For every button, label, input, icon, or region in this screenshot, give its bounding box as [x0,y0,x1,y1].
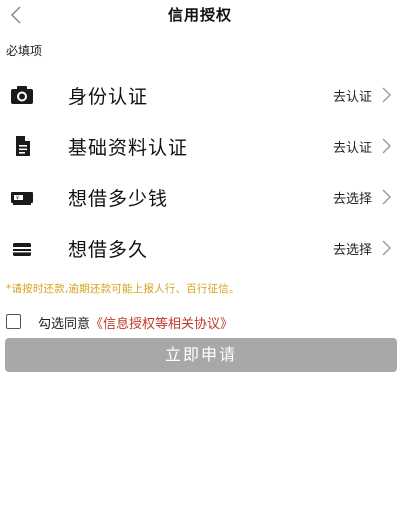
camera-icon [11,86,33,104]
row-action[interactable]: 去选择 [333,188,372,207]
row-action[interactable]: 去认证 [333,86,372,105]
row-loan-amount[interactable]: ¥ 想借多少钱 去选择 [0,174,400,220]
credit-authorization-page: 信用授权 必填项 身份认证 去认证 基础资料认证 去认证 ¥ 想借多少钱 去选择… [0,0,400,518]
chevron-right-icon [382,138,391,154]
svg-text:¥: ¥ [16,196,19,202]
row-label: 身份认证 [68,86,149,108]
document-icon [16,136,30,156]
header: 信用授权 [0,0,400,30]
repayment-notice: *请按时还款,逾期还款可能上报人行、百行征信。 [6,283,240,295]
row-action[interactable]: 去选择 [333,239,372,258]
card-icon [13,243,31,256]
agreement-row: 勾选同意《信息授权等相关协议》 [0,310,400,334]
banknote-icon: ¥ [11,192,33,205]
apply-now-button[interactable]: 立即申请 [5,338,397,372]
row-identity-verification[interactable]: 身份认证 去认证 [0,72,400,118]
agreement-link[interactable]: 《信息授权等相关协议》 [90,317,233,332]
row-action[interactable]: 去认证 [333,137,372,156]
chevron-right-icon [382,87,391,103]
agreement-checkbox[interactable] [6,314,21,329]
required-section-label: 必填项 [6,44,43,58]
row-basic-info-verification[interactable]: 基础资料认证 去认证 [0,123,400,169]
chevron-right-icon [382,189,391,205]
row-loan-duration[interactable]: 想借多久 去选择 [0,225,400,271]
page-title: 信用授权 [167,6,232,24]
row-label: 想借多少钱 [68,188,169,210]
row-label: 想借多久 [68,239,149,261]
agreement-prefix: 勾选同意 [38,317,91,332]
chevron-right-icon [382,240,391,256]
row-label: 基础资料认证 [68,137,189,159]
agreement-text: 勾选同意《信息授权等相关协议》 [38,313,233,332]
